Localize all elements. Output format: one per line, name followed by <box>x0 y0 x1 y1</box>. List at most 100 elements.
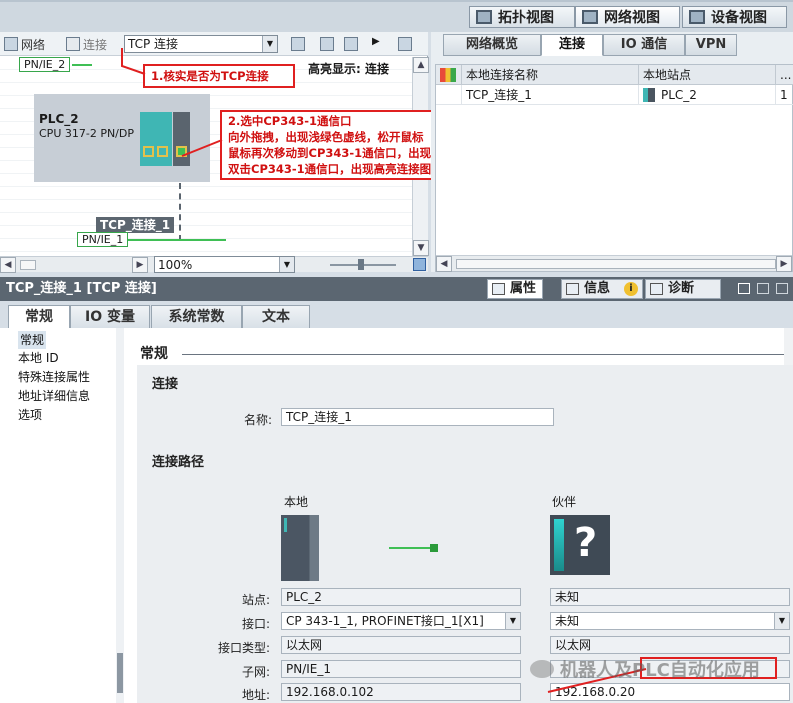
collapse-panel-icon[interactable] <box>776 283 788 294</box>
top-edge <box>0 0 793 2</box>
callout-1-pointer <box>121 48 146 75</box>
panel-toggle-icon[interactable] <box>398 37 412 51</box>
local-cp-icon <box>281 515 319 581</box>
table-scroll-thumb[interactable] <box>456 259 776 269</box>
connection-panel: 连接 名称: TCP_连接_1 连接路径 本地 伙伴 ? 站点: PLC_2 未… <box>137 365 793 703</box>
connection-name-input[interactable]: TCP_连接_1 <box>281 408 554 426</box>
tab-topology-view[interactable]: 拓扑视图 <box>469 6 575 28</box>
tab-diagnostics[interactable]: 诊断 <box>645 279 721 299</box>
subnet-pn-ie-2-label[interactable]: PN/IE_2 <box>19 57 71 72</box>
plc-cpu-type: CPU 317-2 PN/DP <box>39 127 134 140</box>
table-header-icon-col <box>436 65 462 85</box>
grid-icon[interactable] <box>344 37 358 51</box>
subtab-io-tags[interactable]: IO 变量 <box>70 305 150 329</box>
watermark-text: 机器人及PLC自动化应用 <box>560 660 760 681</box>
zoom-select[interactable]: 100% ▼ <box>154 256 295 273</box>
float-window-icon[interactable] <box>738 283 750 294</box>
cpu-module[interactable] <box>140 112 172 166</box>
partner-label: 伙伴 <box>552 495 577 509</box>
unknown-partner-icon: ? <box>550 515 610 575</box>
connection-mode-button[interactable]: 连接 <box>66 36 107 52</box>
properties-icon <box>492 283 505 295</box>
partner-interface-select[interactable]: 未知 ▼ <box>550 612 790 630</box>
name-label: 名称: <box>243 413 272 427</box>
property-subtabs: 常规 IO 变量 系统常数 文本 <box>0 301 793 329</box>
general-heading: 常规 <box>140 346 168 362</box>
highlight-display: 高亮显示: 连接 <box>308 62 389 76</box>
subnet-pn-ie-1-label[interactable]: PN/IE_1 <box>77 232 129 247</box>
connections-table: 本地连接名称 本地站点 ... TCP_连接_1 PLC_2 1 ◀ ▶ <box>435 64 793 272</box>
partner-station-field: 未知 <box>550 588 790 606</box>
nav-item-options[interactable]: 选项 <box>18 406 42 424</box>
topology-tool-icon[interactable] <box>320 37 334 51</box>
topology-icon <box>476 10 492 24</box>
overview-nav-icon[interactable] <box>413 258 426 271</box>
station-label: 站点: <box>241 593 270 607</box>
nav-item-local-id[interactable]: 本地 ID <box>18 349 59 367</box>
table-header-name[interactable]: 本地连接名称 <box>462 65 639 85</box>
table-header-more[interactable]: ... <box>776 65 793 85</box>
tab-diagnostics-label: 诊断 <box>668 281 695 296</box>
tab-info-label: 信息 <box>584 281 611 296</box>
interface-label: 接口: <box>241 617 270 631</box>
tab-network-overview[interactable]: 网络概览 <box>443 34 541 56</box>
tab-network-view[interactable]: 网络视图 <box>575 6 680 28</box>
table-scrollbar[interactable]: ◀ ▶ <box>436 255 792 272</box>
properties-header: TCP_连接_1 [TCP 连接] 属性 信息 i 诊断 <box>0 277 793 301</box>
subtab-general[interactable]: 常规 <box>8 305 70 329</box>
tab-info[interactable]: 信息 i <box>561 279 643 299</box>
cpu-port-2[interactable] <box>157 146 168 157</box>
nav-item-general[interactable]: 常规 <box>18 331 47 349</box>
tab-topology-label: 拓扑视图 <box>498 10 554 26</box>
partner-led-bar <box>554 519 564 571</box>
rename-icon[interactable] <box>291 37 305 51</box>
tab-io-communication[interactable]: IO 通信 <box>603 34 685 56</box>
zoom-value: 100% <box>158 258 193 272</box>
scroll-left-icon[interactable]: ◀ <box>0 257 16 273</box>
local-subnet-field: PN/IE_1 <box>281 660 521 678</box>
zoom-slider-handle[interactable] <box>358 259 364 270</box>
scroll-up-icon[interactable]: ▲ <box>413 57 429 73</box>
more-arrow-icon[interactable]: ▶ <box>372 36 380 47</box>
tab-device-view[interactable]: 设备视图 <box>682 6 787 28</box>
table-header-station[interactable]: 本地站点 <box>639 65 776 85</box>
nav-item-special-props[interactable]: 特殊连接属性 <box>18 368 90 386</box>
subtab-system-constants[interactable]: 系统常数 <box>151 305 242 329</box>
panel-menu-icon[interactable] <box>757 283 769 294</box>
scroll-thumb[interactable] <box>20 260 36 270</box>
properties-title: TCP_连接_1 [TCP 连接] <box>6 281 157 296</box>
table-scroll-left-icon[interactable]: ◀ <box>436 256 452 272</box>
scroll-down-icon[interactable]: ▼ <box>413 240 429 256</box>
interface-type-label: 接口类型: <box>217 641 270 655</box>
path-link-line <box>389 547 434 549</box>
local-interface-chevron-icon: ▼ <box>505 613 520 629</box>
scroll-right-icon[interactable]: ▶ <box>132 257 148 273</box>
status-filter-icon[interactable] <box>440 68 456 82</box>
connection-mode-label: 连接 <box>83 37 108 52</box>
tab-properties-label: 属性 <box>510 281 537 296</box>
tab-properties[interactable]: 属性 <box>487 279 544 299</box>
table-cell-station-label: PLC_2 <box>661 88 697 102</box>
network-toolbar: 网络 连接 TCP 连接 ▼ ▶ <box>0 32 428 56</box>
table-cell-station[interactable]: PLC_2 <box>639 85 776 105</box>
table-cell-connection-name[interactable]: TCP_连接_1 <box>462 85 639 105</box>
canvas-scrollbar[interactable]: ◀ ▶ 100% ▼ <box>0 256 428 273</box>
cpu-port[interactable] <box>143 146 154 157</box>
connection-label[interactable]: TCP_连接_1 <box>96 217 175 233</box>
network-icon <box>582 10 598 24</box>
network-mode-button[interactable]: 网络 <box>4 36 45 52</box>
tab-vpn[interactable]: VPN <box>685 34 737 56</box>
subtab-texts[interactable]: 文本 <box>242 305 310 329</box>
subnet-label: 子网: <box>241 665 270 679</box>
table-scroll-right-icon[interactable]: ▶ <box>776 256 792 272</box>
plc-name: PLC_2 <box>39 112 79 126</box>
local-interface-select[interactable]: CP 343-1_1, PROFINET接口_1[X1] ▼ <box>281 612 521 630</box>
subnet-pn-ie-2-line <box>72 64 92 66</box>
network-mode-label: 网络 <box>21 37 46 52</box>
nav-scroll-thumb[interactable] <box>117 653 123 693</box>
tab-connections[interactable]: 连接 <box>541 34 603 56</box>
nav-scrollbar[interactable] <box>116 328 124 703</box>
nav-item-address-details[interactable]: 地址详细信息 <box>18 387 90 405</box>
connection-mode-icon <box>66 37 80 51</box>
tab-network-label: 网络视图 <box>604 10 660 26</box>
